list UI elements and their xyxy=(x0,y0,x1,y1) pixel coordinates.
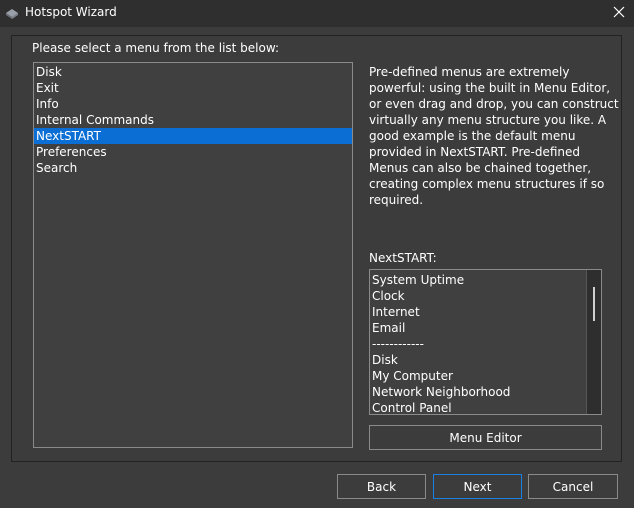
back-button[interactable]: Back xyxy=(337,474,426,499)
preview-list-item[interactable]: System Uptime xyxy=(370,272,510,288)
scrollbar-thumb[interactable] xyxy=(593,287,595,321)
menu-preview-list[interactable]: System Uptime Clock Internet Email ---------… xyxy=(369,269,602,415)
preview-list-item[interactable]: My Computer xyxy=(370,368,510,384)
preview-list-item[interactable]: Clock xyxy=(370,288,510,304)
menu-list-item[interactable]: Preferences xyxy=(34,144,352,160)
menu-list-item[interactable]: NextSTART xyxy=(34,128,352,144)
title-bar: Hotspot Wizard xyxy=(0,0,634,27)
window-title: Hotspot Wizard xyxy=(25,5,117,19)
preview-scrollbar[interactable] xyxy=(586,270,601,414)
preview-list-item[interactable]: Email xyxy=(370,320,510,336)
next-button[interactable]: Next xyxy=(433,474,522,499)
preview-label: NextSTART: xyxy=(369,251,437,265)
app-icon xyxy=(5,7,19,21)
menu-editor-button[interactable]: Menu Editor xyxy=(369,425,602,450)
menu-list-item[interactable]: Internal Commands xyxy=(34,112,352,128)
menu-list-item[interactable]: Exit xyxy=(34,80,352,96)
menu-list-item[interactable]: Disk xyxy=(34,64,352,80)
close-icon xyxy=(613,6,625,21)
preview-list-item[interactable]: Control Panel xyxy=(370,400,510,414)
menu-list-item[interactable]: Info xyxy=(34,96,352,112)
menu-list-item[interactable]: Search xyxy=(34,160,352,176)
preview-list-item[interactable]: Disk xyxy=(370,352,510,368)
close-button[interactable] xyxy=(604,0,634,27)
menu-list[interactable]: Disk Exit Info Internal Commands NextSTART Pr… xyxy=(33,62,353,448)
preview-items: System Uptime Clock Internet Email ---------… xyxy=(370,272,510,414)
cancel-button[interactable]: Cancel xyxy=(528,474,618,499)
preview-list-item[interactable]: Network Neighborhood xyxy=(370,384,510,400)
preview-list-item[interactable]: ------------ xyxy=(370,336,510,352)
menu-description: Pre-defined menus are extremely powerful… xyxy=(369,65,619,207)
preview-list-item[interactable]: Internet xyxy=(370,304,510,320)
instruction-label: Please select a menu from the list below… xyxy=(32,41,280,55)
